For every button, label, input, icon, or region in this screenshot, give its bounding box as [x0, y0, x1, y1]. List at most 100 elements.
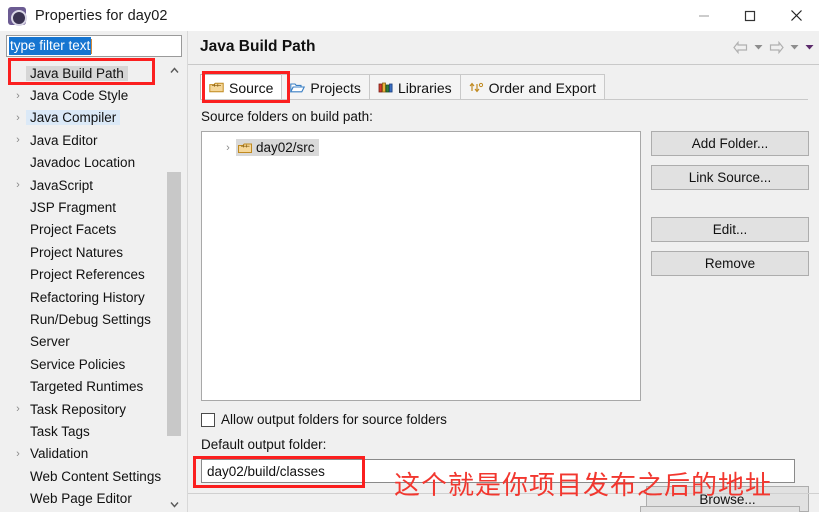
- sidebar-item-project-facets[interactable]: Project Facets: [6, 219, 166, 241]
- sidebar-item-label: Service Policies: [30, 356, 126, 372]
- sidebar-item-java-code-style[interactable]: › Java Code Style: [6, 84, 166, 106]
- tab-order-and-export[interactable]: Order and Export: [459, 74, 606, 100]
- minimize-button[interactable]: [681, 0, 727, 31]
- sidebar-scrollbar[interactable]: [166, 62, 182, 512]
- edit-button[interactable]: Edit...: [651, 217, 809, 242]
- allow-output-folders-checkbox[interactable]: [201, 412, 215, 427]
- dialog-body: type filter text Java Build Path › Java Co…: [0, 31, 819, 512]
- sidebar-item-java-compiler[interactable]: › Java Compiler: [6, 107, 166, 129]
- source-list-label: Source folders on build path:: [201, 109, 373, 124]
- sidebar-item-label: Run/Debug Settings: [30, 311, 151, 327]
- allow-output-folders-row[interactable]: Allow output folders for source folders: [201, 412, 447, 427]
- tab-source[interactable]: Source: [200, 74, 283, 100]
- sidebar-item-label: JavaScript: [30, 177, 94, 193]
- add-folder-button[interactable]: Add Folder...: [651, 131, 809, 156]
- open-folder-icon: [290, 83, 306, 93]
- expand-chevron-right-icon[interactable]: ›: [10, 112, 26, 124]
- sidebar-item-project-natures[interactable]: Project Natures: [6, 241, 166, 263]
- sidebar-item-label: Project References: [30, 267, 145, 283]
- scroll-up-arrow[interactable]: [166, 62, 182, 78]
- expand-chevron-right-icon[interactable]: ›: [10, 90, 26, 102]
- source-folder-entry[interactable]: day02/src: [236, 139, 319, 156]
- settings-tree[interactable]: Java Build Path › Java Code Style › Java Com…: [6, 62, 166, 512]
- sidebar-item-java-editor[interactable]: › Java Editor: [6, 129, 166, 151]
- sidebar-item-label: Project Natures: [30, 244, 124, 260]
- sidebar-item-label: JSP Fragment: [30, 200, 117, 216]
- sidebar-item-server[interactable]: Server: [6, 331, 166, 353]
- sidebar-item-label: Web Content Settings: [30, 468, 162, 484]
- source-folders-list[interactable]: › day02/src: [201, 131, 641, 401]
- sidebar-item-java-build-path[interactable]: Java Build Path: [6, 62, 166, 84]
- title-bar: Properties for day02: [0, 0, 819, 31]
- expand-chevron-right-icon[interactable]: ›: [10, 448, 26, 460]
- sidebar-item-label: Java Code Style: [30, 88, 129, 104]
- forward-arrow-icon[interactable]: [766, 37, 786, 57]
- window-controls: [681, 0, 819, 31]
- expand-chevron-right-icon[interactable]: ›: [220, 142, 236, 154]
- sidebar-item-javascript[interactable]: › JavaScript: [6, 174, 166, 196]
- tab-label: Projects: [310, 79, 361, 96]
- expand-chevron-right-icon[interactable]: ›: [10, 179, 26, 191]
- forward-history-chevron-down-icon[interactable]: [787, 37, 801, 57]
- sidebar-item-label: Validation: [30, 446, 89, 462]
- sidebar-item-refactoring-history[interactable]: Refactoring History: [6, 286, 166, 308]
- tab-libraries[interactable]: Libraries: [368, 74, 461, 100]
- expand-chevron-right-icon[interactable]: ›: [10, 403, 26, 415]
- sidebar-item-task-tags[interactable]: Task Tags: [6, 420, 166, 442]
- list-item[interactable]: › day02/src: [220, 137, 640, 158]
- maximize-button[interactable]: [727, 0, 773, 31]
- package-folder-icon: [238, 143, 252, 153]
- allow-output-folders-label: Allow output folders for source folders: [221, 412, 447, 427]
- annotation-note: 这个就是你项目发布之后的地址: [394, 471, 773, 501]
- default-output-folder-value: day02/build/classes: [207, 463, 325, 479]
- remove-button[interactable]: Remove: [651, 251, 809, 276]
- tab-projects[interactable]: Projects: [281, 74, 370, 100]
- tab-label: Source: [229, 79, 274, 96]
- sidebar-item-jsp-fragment[interactable]: JSP Fragment: [6, 196, 166, 218]
- package-folder-icon: [209, 82, 224, 93]
- sidebar-item-label: Targeted Runtimes: [30, 379, 144, 395]
- sidebar-item-validation[interactable]: › Validation: [6, 443, 166, 465]
- default-output-folder-label: Default output folder:: [201, 437, 327, 452]
- properties-dialog: Properties for day02 type filter text Ja…: [0, 0, 819, 512]
- close-button[interactable]: [773, 0, 819, 31]
- page-title: Java Build Path: [200, 38, 316, 55]
- sidebar-item-task-repository[interactable]: › Task Repository: [6, 398, 166, 420]
- sidebar-item-label: Web Page Editor: [30, 491, 132, 507]
- source-action-buttons: Add Folder... Link Source... Edit... Remove: [651, 131, 809, 276]
- link-source-button[interactable]: Link Source...: [651, 165, 809, 190]
- back-history-chevron-down-icon[interactable]: [751, 37, 765, 57]
- settings-sidebar: type filter text Java Build Path › Java Co…: [0, 31, 187, 512]
- source-folder-label: day02/src: [256, 140, 315, 155]
- sidebar-item-targeted-runtimes[interactable]: Targeted Runtimes: [6, 375, 166, 397]
- view-menu-chevron-down-icon[interactable]: [802, 37, 816, 57]
- sidebar-item-run-debug-settings[interactable]: Run/Debug Settings: [6, 308, 166, 330]
- expand-chevron-right-icon[interactable]: ›: [10, 134, 26, 146]
- package-folder-icon: [209, 81, 224, 94]
- sidebar-item-label: Refactoring History: [30, 289, 145, 305]
- tab-label: Order and Export: [488, 79, 597, 96]
- sidebar-item-service-policies[interactable]: Service Policies: [6, 353, 166, 375]
- back-arrow-icon[interactable]: [730, 37, 750, 57]
- sidebar-item-web-content-settings[interactable]: Web Content Settings: [6, 465, 166, 487]
- sidebar-item-label: Task Tags: [30, 423, 90, 439]
- tab-label: Libraries: [397, 79, 452, 96]
- tab-underline: [200, 99, 808, 100]
- scroll-down-arrow[interactable]: [166, 496, 182, 512]
- sidebar-item-project-references[interactable]: Project References: [6, 264, 166, 286]
- sidebar-item-web-page-editor[interactable]: Web Page Editor: [6, 487, 166, 509]
- sidebar-item-label: Java Editor: [30, 132, 98, 148]
- dialog-footer-button[interactable]: [640, 506, 800, 512]
- sidebar-item-label: Java Compiler: [26, 110, 121, 126]
- build-path-tabs: Source Projects Libraries Order and Export: [200, 74, 606, 100]
- scrollbar-thumb[interactable]: [167, 172, 181, 436]
- sidebar-item-javadoc-location[interactable]: Javadoc Location: [6, 152, 166, 174]
- panel-nav-icons: [730, 37, 816, 57]
- filter-input[interactable]: type filter text: [6, 35, 182, 57]
- panel-header: Java Build Path: [188, 31, 819, 65]
- sidebar-item-label: Java Build Path: [26, 65, 128, 81]
- sidebar-item-label: Project Facets: [30, 222, 117, 238]
- filter-input-value: type filter text: [9, 37, 92, 55]
- open-folder-icon: [290, 81, 306, 94]
- sidebar-item-label: Server: [30, 334, 70, 350]
